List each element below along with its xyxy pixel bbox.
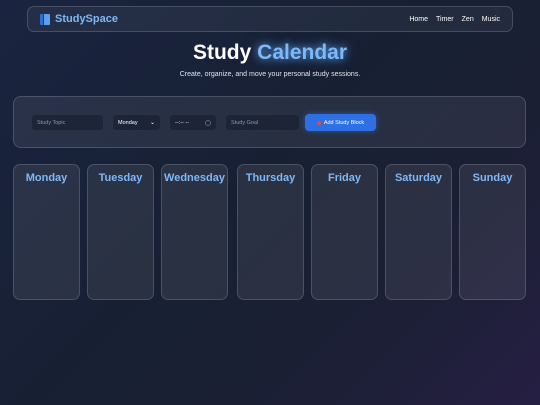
day-heading: Tuesday xyxy=(98,172,143,184)
day-heading: Friday xyxy=(327,172,361,184)
book-icon xyxy=(40,13,50,25)
title-accent: Calendar xyxy=(257,41,348,64)
day-column-monday[interactable]: Monday xyxy=(13,164,80,300)
day-column-saturday[interactable]: Saturday xyxy=(385,164,452,300)
title-main: Study xyxy=(192,41,252,64)
time-input-value: --:-- -- xyxy=(175,119,190,126)
add-study-block-button[interactable]: Add Study Block xyxy=(305,114,376,131)
day-column-thursday[interactable]: Thursday xyxy=(237,164,304,300)
nav-link-timer[interactable]: Timer xyxy=(436,16,454,23)
pin-icon xyxy=(316,120,321,125)
page-title: Study Calendar xyxy=(0,41,540,65)
brand-name[interactable]: StudySpace xyxy=(55,13,118,25)
day-column-tuesday[interactable]: Tuesday xyxy=(87,164,154,300)
day-select-value: Monday xyxy=(118,119,138,126)
chevron-down-icon: ⌄ xyxy=(149,120,155,126)
day-heading: Sunday xyxy=(472,172,513,184)
time-input[interactable]: --:-- -- xyxy=(169,114,217,131)
day-column-wednesday[interactable]: Wednesday xyxy=(161,164,228,300)
add-block-form: Study Topic Monday ⌄ --:-- -- Study Goal… xyxy=(13,96,526,148)
day-column-friday[interactable]: Friday xyxy=(311,164,378,300)
day-column-sunday[interactable]: Sunday xyxy=(459,164,526,300)
study-goal-input[interactable]: Study Goal xyxy=(225,114,300,131)
day-select[interactable]: Monday ⌄ xyxy=(112,114,161,131)
day-heading: Thursday xyxy=(245,172,296,184)
day-heading: Monday xyxy=(25,172,68,184)
brand[interactable]: StudySpace xyxy=(40,13,118,25)
clock-icon[interactable] xyxy=(205,119,211,126)
nav-link-home[interactable]: Home xyxy=(409,16,428,23)
study-topic-input[interactable]: Study Topic xyxy=(31,114,104,131)
nav-links: Home Timer Zen Music xyxy=(409,16,500,23)
nav-link-zen[interactable]: Zen xyxy=(462,16,474,23)
day-heading: Saturday xyxy=(394,172,443,184)
add-study-block-label: Add Study Block xyxy=(323,119,365,126)
navbar: StudySpace Home Timer Zen Music xyxy=(27,6,513,32)
nav-link-music[interactable]: Music xyxy=(482,16,500,23)
day-heading: Wednesday xyxy=(164,172,225,184)
page-subtitle: Create, organize, and move your personal… xyxy=(179,71,361,78)
